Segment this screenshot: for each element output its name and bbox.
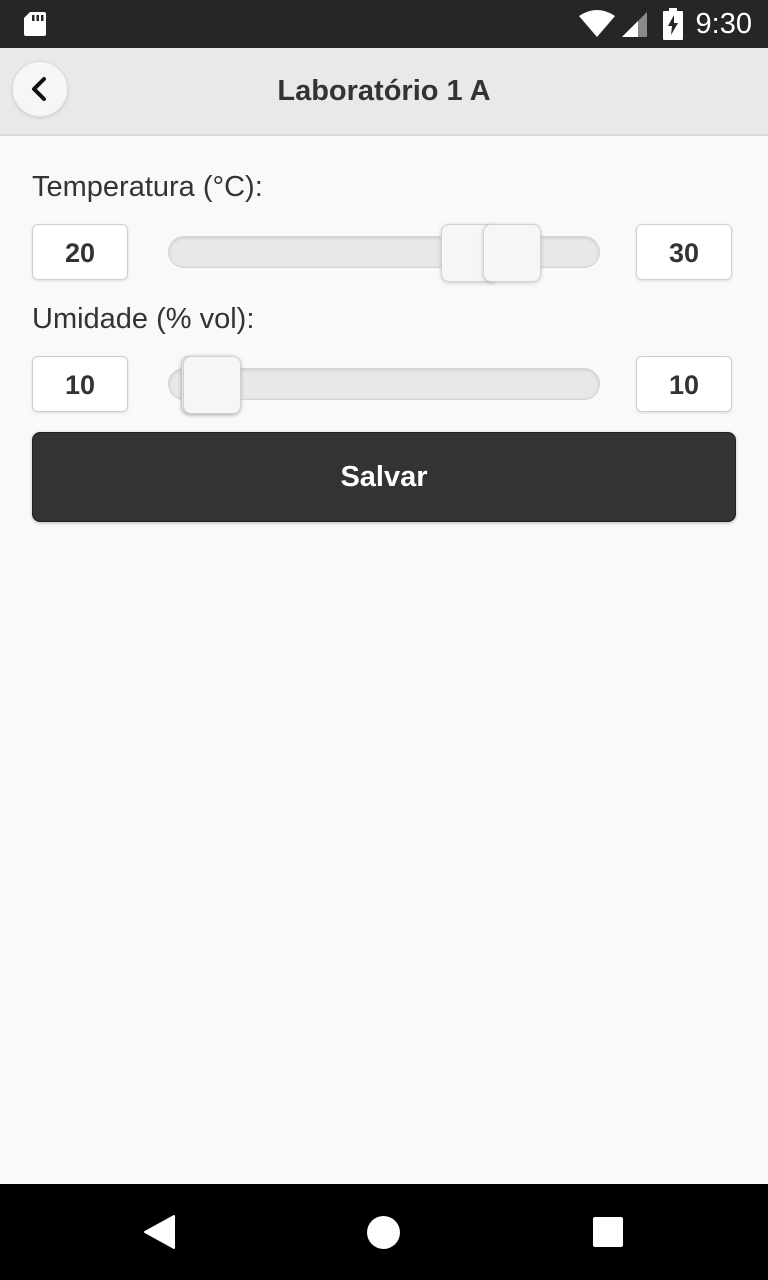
header-bar: Laboratório 1 A [0,48,768,136]
humidity-max-handle[interactable] [183,356,241,414]
humidity-max-input[interactable]: 10 [636,356,732,412]
status-bar: 9:30 [0,0,768,48]
save-button[interactable]: Salvar [32,432,736,522]
temperature-max-handle[interactable] [483,224,541,282]
nav-home-icon[interactable] [367,1216,400,1249]
nav-recents-icon[interactable] [593,1217,623,1247]
system-nav-bar [0,1184,768,1280]
temperature-min-input[interactable]: 20 [32,224,128,280]
status-time: 9:30 [695,8,752,40]
page-title: Laboratório 1 A [277,75,491,107]
wifi-icon [579,10,615,37]
sd-card-icon [24,12,46,36]
temperature-max-input[interactable]: 30 [636,224,732,280]
temperature-range-slider[interactable] [168,224,600,282]
humidity-label: Umidade (% vol): [32,303,255,335]
cell-signal-icon [622,12,647,37]
humidity-range-slider[interactable] [168,356,600,414]
humidity-min-input[interactable]: 10 [32,356,128,412]
temperature-label: Temperatura (°C): [32,171,263,203]
battery-charging-icon [663,8,683,40]
nav-back-icon[interactable] [142,1214,176,1250]
